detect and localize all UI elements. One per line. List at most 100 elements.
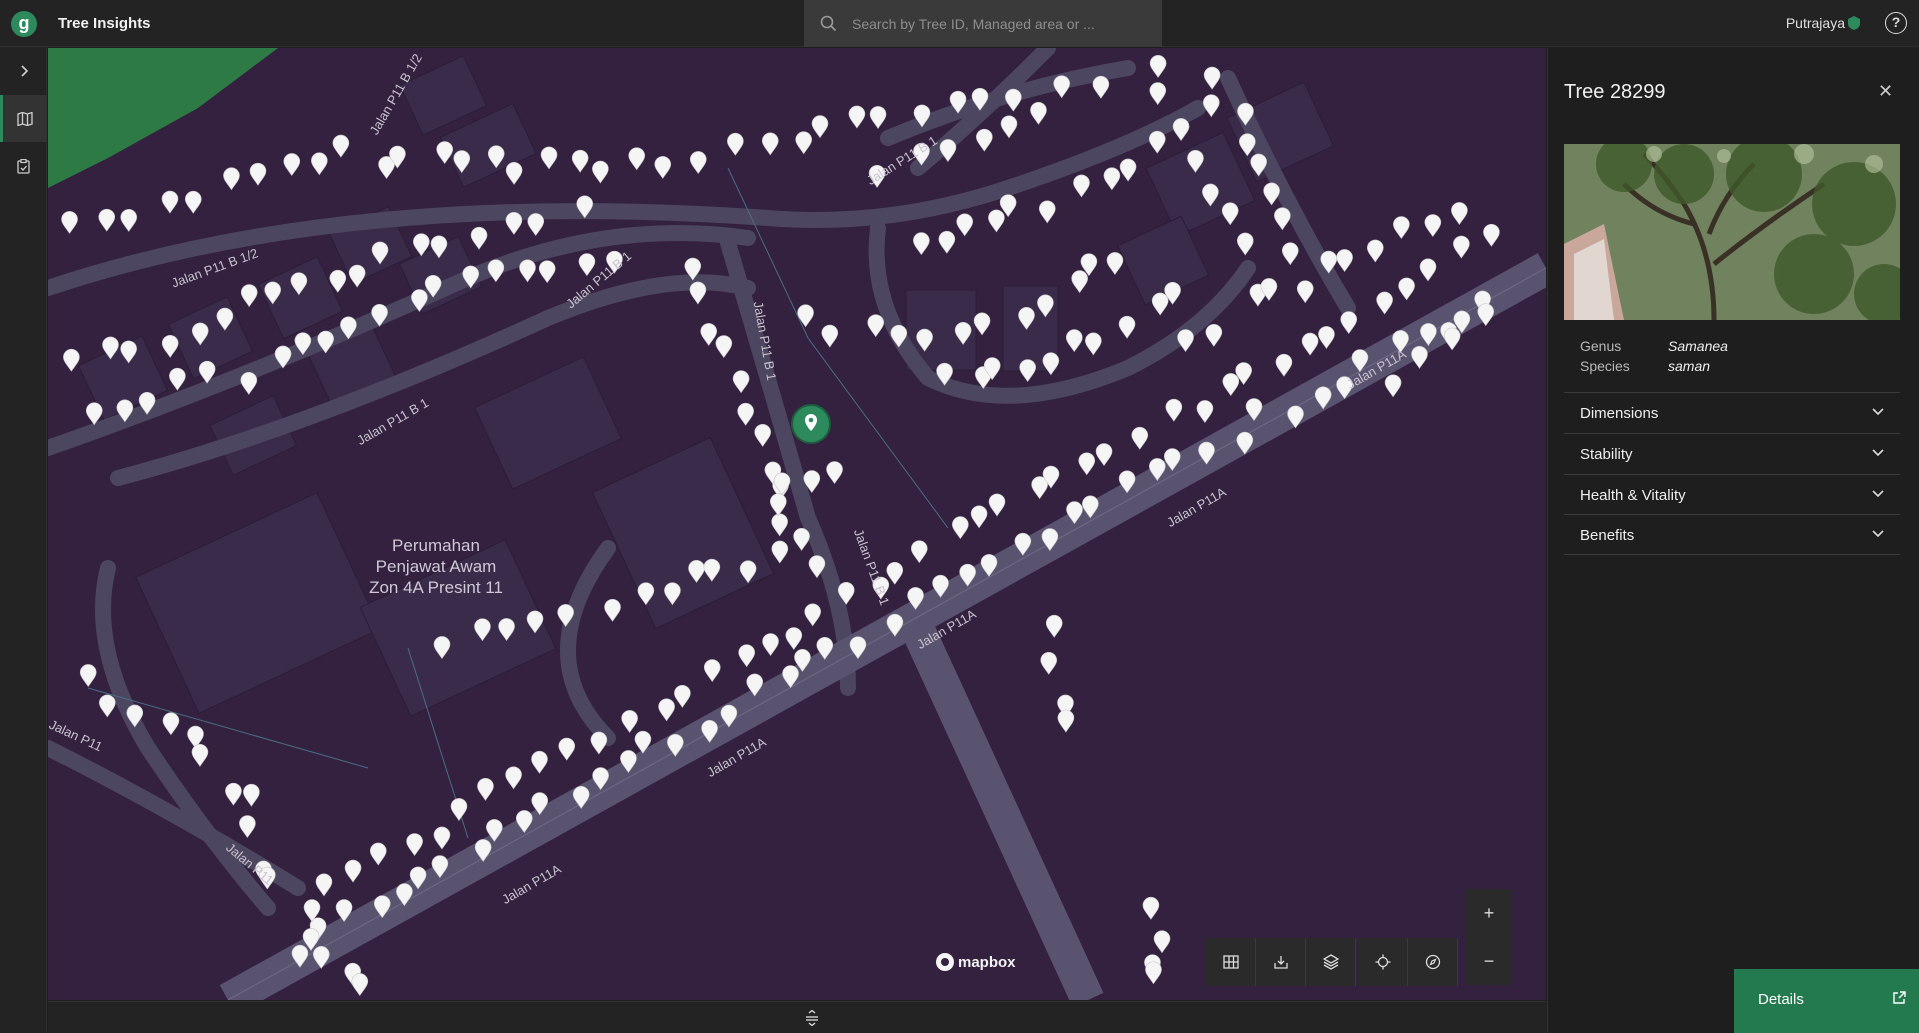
tree-marker[interactable] (470, 226, 488, 250)
tree-marker[interactable] (348, 264, 366, 288)
tree-marker[interactable] (970, 505, 988, 529)
tree-marker[interactable] (1203, 66, 1221, 90)
help-icon[interactable]: ? (1885, 12, 1907, 34)
tree-marker[interactable] (240, 284, 258, 308)
tree-marker[interactable] (1165, 398, 1183, 422)
tree-marker[interactable] (1222, 373, 1240, 397)
tree-marker[interactable] (1318, 326, 1335, 349)
tree-marker[interactable] (1053, 75, 1070, 99)
section-health-vitality[interactable]: Health & Vitality (1564, 474, 1900, 515)
tree-marker[interactable] (1196, 400, 1214, 424)
tree-marker[interactable] (169, 367, 186, 391)
tree-marker[interactable] (505, 162, 523, 185)
tree-marker[interactable] (540, 146, 558, 170)
tree-marker[interactable] (1296, 280, 1314, 304)
tree-marker[interactable] (450, 798, 468, 821)
section-stability[interactable]: Stability (1564, 433, 1900, 474)
tree-marker[interactable] (1000, 115, 1018, 139)
tree-marker[interactable] (1411, 346, 1428, 369)
tree-marker[interactable] (956, 213, 974, 237)
tree-marker[interactable] (225, 782, 242, 806)
tree-marker[interactable] (988, 493, 1006, 517)
tree-marker[interactable] (249, 162, 267, 186)
tree-marker[interactable] (1281, 242, 1299, 266)
tree-marker[interactable] (738, 644, 755, 668)
tree-marker[interactable] (988, 209, 1005, 233)
tree-marker[interactable] (369, 842, 387, 866)
tree-marker[interactable] (1202, 94, 1220, 118)
tree-marker[interactable] (63, 348, 80, 372)
tree-marker[interactable] (628, 147, 646, 171)
tree-marker[interactable] (1148, 130, 1166, 154)
close-icon[interactable]: ✕ (1878, 81, 1893, 102)
tree-marker[interactable] (1038, 200, 1056, 224)
tree-marker[interactable] (351, 973, 369, 997)
section-benefits[interactable]: Benefits (1564, 514, 1900, 555)
tree-marker[interactable] (487, 259, 505, 283)
tree-marker[interactable] (1398, 277, 1415, 301)
tree-marker[interactable] (1103, 167, 1121, 191)
tree-marker[interactable] (1019, 359, 1036, 383)
tree-marker[interactable] (161, 190, 179, 214)
tree-marker[interactable] (1142, 897, 1160, 920)
tree-marker[interactable] (1071, 270, 1088, 294)
details-button[interactable]: Details (1734, 969, 1919, 1033)
tree-marker[interactable] (769, 493, 787, 517)
tree-marker[interactable] (578, 253, 596, 277)
tree-marker[interactable] (571, 149, 589, 173)
tree-marker[interactable] (1263, 182, 1280, 206)
app-logo[interactable]: g (11, 11, 37, 37)
tree-marker[interactable] (867, 314, 885, 338)
rail-item-tasks[interactable] (0, 143, 47, 190)
tree-marker[interactable] (1376, 291, 1393, 315)
tree-marker[interactable] (1301, 332, 1319, 356)
tree-marker[interactable] (700, 323, 717, 346)
tree-marker[interactable] (98, 694, 116, 718)
tree-marker[interactable] (689, 281, 707, 305)
tree-marker[interactable] (1366, 239, 1384, 263)
tree-marker[interactable] (1057, 709, 1075, 733)
tree-marker[interactable] (1274, 207, 1291, 231)
tree-marker[interactable] (1145, 961, 1162, 985)
tree-marker[interactable] (1424, 214, 1442, 238)
tree-marker[interactable] (1045, 614, 1063, 638)
tree-marker[interactable] (240, 372, 258, 395)
tree-marker[interactable] (762, 633, 779, 657)
tree-marker[interactable] (162, 712, 180, 736)
tree-marker[interactable] (315, 873, 333, 897)
expand-sidebar-button[interactable] (0, 47, 47, 94)
tree-marker[interactable] (754, 424, 771, 447)
tree-marker[interactable] (184, 190, 202, 214)
locate-button[interactable] (1358, 938, 1408, 986)
tree-marker[interactable] (1393, 216, 1410, 240)
tree-marker[interactable] (433, 826, 451, 850)
tree-marker[interactable] (283, 153, 301, 177)
tree-marker[interactable] (1073, 174, 1090, 198)
tree-marker[interactable] (1131, 426, 1149, 450)
tree-marker[interactable] (531, 751, 548, 774)
tree-marker[interactable] (1149, 55, 1167, 78)
tree-marker[interactable] (689, 151, 707, 174)
tree-marker[interactable] (538, 260, 556, 284)
tree-marker[interactable] (715, 335, 733, 359)
section-dimensions[interactable]: Dimensions (1564, 392, 1900, 433)
tree-photo[interactable] (1564, 144, 1900, 320)
tree-marker[interactable] (98, 208, 116, 232)
layers-button[interactable] (1306, 938, 1356, 986)
zoom-out-button[interactable]: − (1466, 937, 1512, 985)
tree-marker[interactable] (785, 627, 803, 651)
tree-marker[interactable] (737, 402, 754, 426)
tree-marker[interactable] (1030, 102, 1047, 125)
tree-marker[interactable] (477, 778, 494, 801)
drag-handle-icon[interactable] (805, 1010, 819, 1026)
tree-marker[interactable] (1340, 311, 1358, 335)
tree-marker[interactable] (558, 737, 576, 761)
tree-marker[interactable] (703, 659, 721, 683)
tree-marker[interactable] (621, 710, 638, 733)
tree-marker[interactable] (1205, 324, 1223, 347)
tree-marker[interactable] (1118, 315, 1136, 339)
tree-marker[interactable] (1005, 88, 1022, 112)
tree-marker[interactable] (311, 152, 328, 176)
map-canvas[interactable]: Jalan P11 B 1/2 Jalan P11 B 1/2 Jalan P1… (48, 48, 1546, 1000)
org-name[interactable]: Putrajaya (1786, 15, 1845, 31)
